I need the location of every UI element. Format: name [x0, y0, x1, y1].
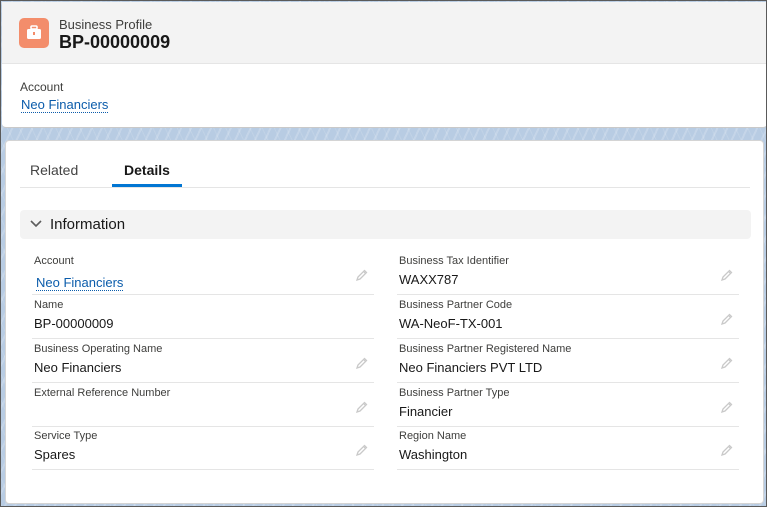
- section-information-toggle[interactable]: Information: [20, 210, 751, 239]
- field-left-4: Service Type Spares: [32, 426, 374, 470]
- edit-pencil-icon[interactable]: [355, 400, 369, 414]
- field-label: Business Partner Type: [399, 387, 510, 399]
- edit-pencil-icon[interactable]: [355, 356, 369, 370]
- tab-related[interactable]: Related: [30, 162, 78, 188]
- field-value: Neo Financiers: [34, 360, 122, 375]
- field-right-4: Region Name Washington: [397, 426, 739, 470]
- field-left-0: Account Neo Financiers: [32, 251, 374, 295]
- edit-pencil-icon[interactable]: [720, 400, 734, 414]
- field-value: Washington: [399, 447, 468, 462]
- section-title: Information: [50, 216, 126, 233]
- field-value-link[interactable]: Neo Financiers: [36, 275, 124, 291]
- field-label: Name: [34, 299, 64, 311]
- field-label: Business Operating Name: [34, 343, 163, 355]
- field-right-1: Business Partner Code WA-NeoF-TX-001: [397, 295, 739, 339]
- app-frame: Business Profile BP-00000009 Account Neo…: [0, 0, 767, 507]
- edit-pencil-icon[interactable]: [720, 268, 734, 282]
- field-value: Financier: [399, 404, 453, 419]
- field-label: External Reference Number: [34, 387, 171, 399]
- record-title: BP-00000009: [59, 32, 171, 52]
- field-label: Account: [34, 255, 74, 267]
- tab-bar: Related Details: [20, 141, 750, 188]
- field-value: BP-00000009: [34, 316, 114, 331]
- field-value: Spares: [34, 447, 76, 462]
- field-label: Business Tax Identifier: [399, 255, 509, 267]
- field-label: Business Partner Code: [399, 299, 513, 311]
- field-right-2: Business Partner Registered Name Neo Fina…: [397, 339, 739, 383]
- edit-pencil-icon[interactable]: [720, 312, 734, 326]
- highlight-account-link[interactable]: Neo Financiers: [21, 97, 109, 113]
- field-left-3: External Reference Number: [32, 383, 374, 427]
- record-header: Business Profile BP-00000009 Account Neo…: [2, 2, 766, 128]
- chevron-down-icon: [30, 220, 42, 228]
- field-right-0: Business Tax Identifier WAXX787: [397, 251, 739, 295]
- edit-pencil-icon[interactable]: [355, 268, 369, 282]
- highlight-account-label: Account: [20, 80, 64, 94]
- field-left-1: Name BP-00000009: [32, 295, 374, 339]
- briefcase-icon: [19, 18, 49, 48]
- field-value: Neo Financiers PVT LTD: [399, 360, 543, 375]
- record-header-top: Business Profile BP-00000009: [2, 2, 766, 64]
- field-label: Business Partner Registered Name: [399, 343, 572, 355]
- active-tab-indicator: [112, 184, 182, 187]
- field-label: Service Type: [34, 430, 98, 442]
- edit-pencil-icon[interactable]: [720, 356, 734, 370]
- field-right-3: Business Partner Type Financier: [397, 383, 739, 427]
- edit-pencil-icon[interactable]: [720, 443, 734, 457]
- field-value: WA-NeoF-TX-001: [399, 316, 503, 331]
- field-left-2: Business Operating Name Neo Financiers: [32, 339, 374, 383]
- field-value: WAXX787: [399, 272, 459, 287]
- details-card: Related Details Information Account Neo F…: [5, 140, 764, 504]
- object-type-label: Business Profile: [59, 17, 153, 32]
- field-label: Region Name: [399, 430, 467, 442]
- edit-pencil-icon[interactable]: [355, 443, 369, 457]
